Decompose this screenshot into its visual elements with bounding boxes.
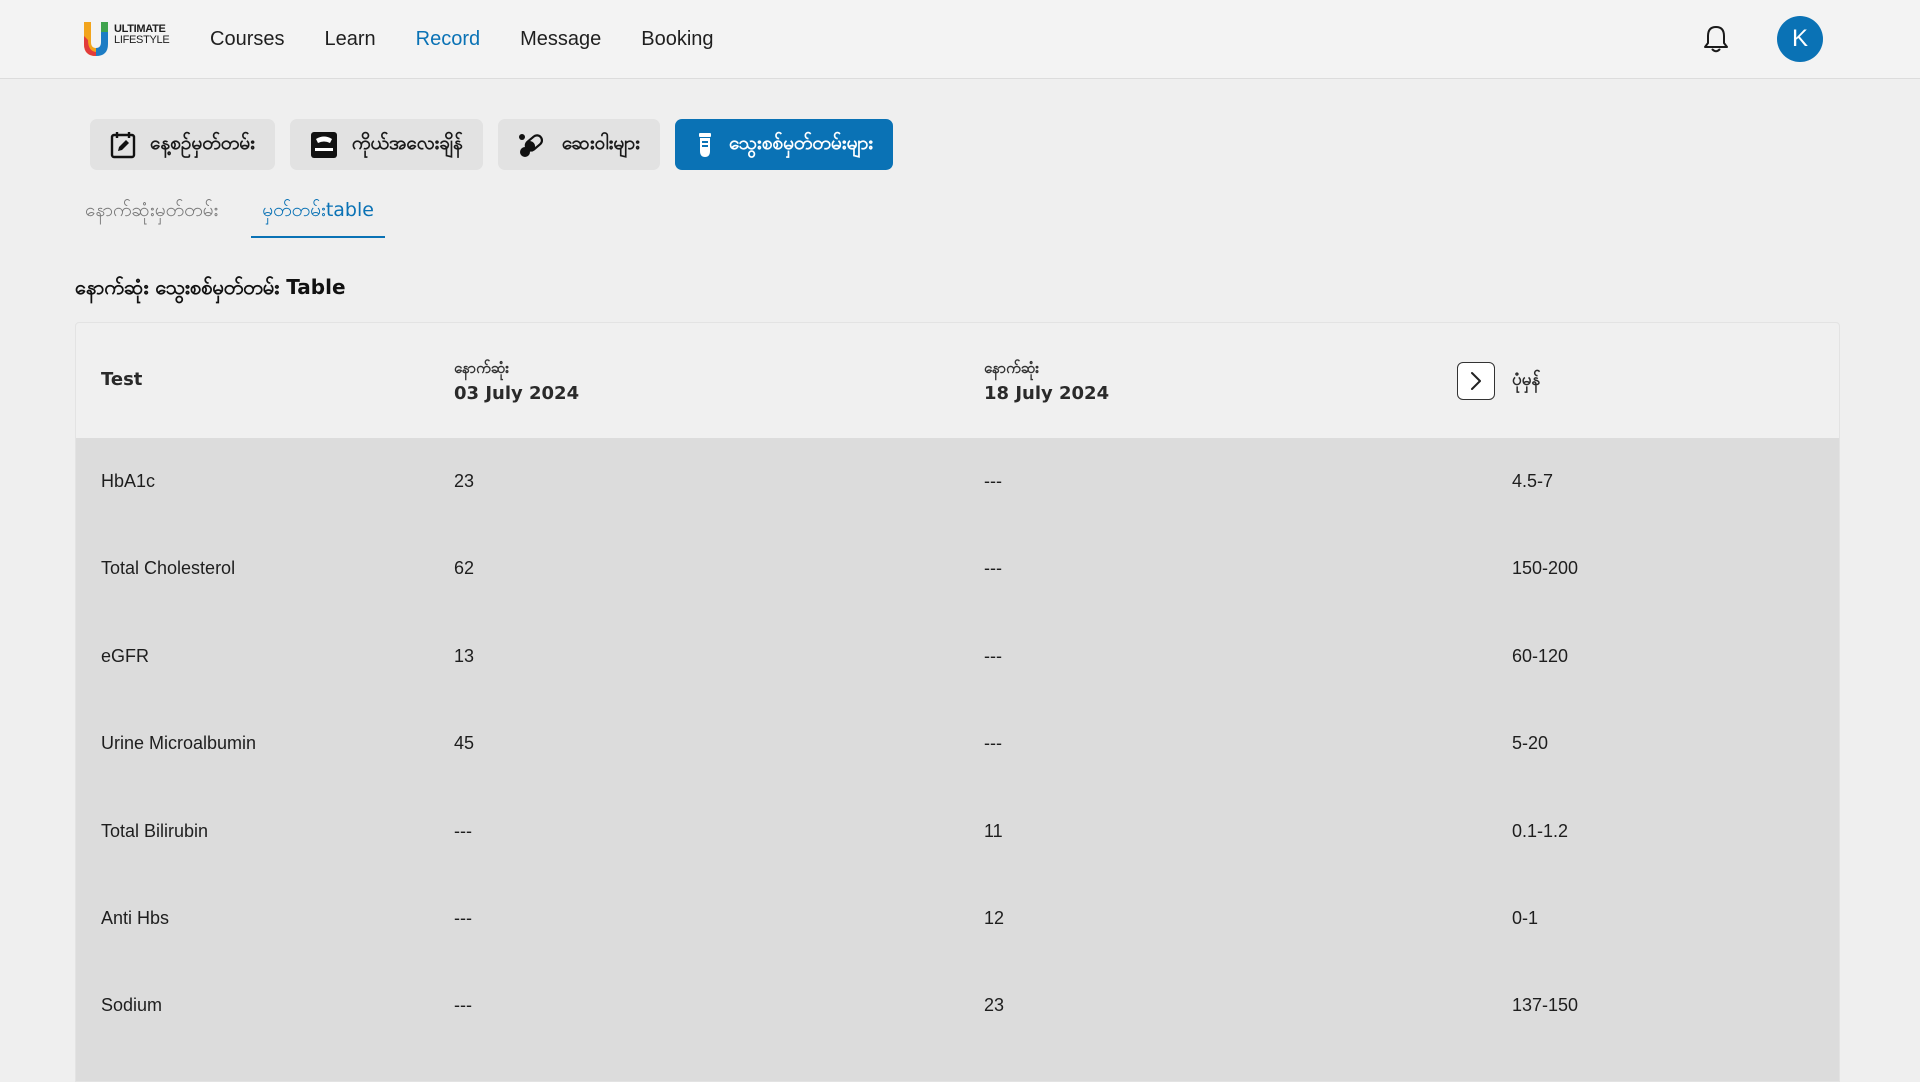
column-header-date-1-label: နောက်ဆုံး — [454, 359, 510, 377]
column-header-date-1-value: 03 July 2024 — [454, 383, 580, 404]
nav-record[interactable]: Record — [416, 28, 480, 51]
main-nav: Courses Learn Record Message Booking — [210, 0, 714, 79]
weighing-scale-icon — [310, 131, 337, 158]
nav-message[interactable]: Message — [520, 28, 601, 51]
nav-courses[interactable]: Courses — [210, 28, 284, 51]
column-header-date-2-value: 18 July 2024 — [984, 383, 1110, 404]
column-header-date-2-label: နောက်ဆုံး — [984, 359, 1040, 377]
tab-medicines[interactable]: ဆေးဝါးများ — [497, 119, 660, 170]
cell-test-name: Sodium — [101, 995, 163, 1016]
chevron-right-icon — [1471, 372, 1481, 390]
cell-normal-range: 0.1-1.2 — [1512, 820, 1569, 841]
table-row: Total Cholesterol 62 --- 150-200 — [76, 525, 1839, 612]
cell-value-date-1: 23 — [454, 471, 475, 491]
tab-body-weight[interactable]: ကိုယ်အလေးချိန် — [289, 119, 483, 170]
cell-value-date-2: --- — [984, 645, 1002, 666]
cell-test-name: Urine Microalbumin — [101, 733, 257, 754]
column-header-test: Test — [101, 369, 143, 390]
tab-medicines-label: ဆေးဝါးများ — [561, 131, 640, 154]
table-header: Test နောက်ဆုံး 03 July 2024 နောက်ဆုံး 18… — [76, 323, 1839, 438]
cell-normal-range: 4.5-7 — [1512, 471, 1554, 491]
table-row: Urine Microalbumin 45 --- 5-20 — [76, 700, 1839, 787]
cell-normal-range: 150-200 — [1512, 558, 1579, 579]
calendar-edit-icon — [110, 131, 136, 158]
column-header-date-2: နောက်ဆုံး 18 July 2024 — [984, 359, 1109, 404]
blood-test-table: Test နောက်ဆုံး 03 July 2024 နောက်ဆုံး 18… — [75, 322, 1840, 1082]
cell-normal-range: 60-120 — [1512, 645, 1569, 666]
cell-value-date-2: 12 — [984, 908, 1005, 928]
cell-value-date-1: 13 — [454, 645, 475, 666]
cell-test-name: Total Bilirubin — [101, 820, 209, 841]
record-category-tabs: နေ့စဉ်မှတ်တမ်း ကိုယ်အလေးချိန် ဆေးဝါးများ… — [90, 119, 894, 170]
cell-value-date-1: --- — [454, 820, 472, 841]
logo-line-2: LIFESTYLE — [114, 34, 170, 46]
logo-tagline — [114, 46, 169, 52]
table-row: Total Bilirubin --- 11 0.1-1.2 — [76, 788, 1839, 875]
cell-value-date-1: 62 — [454, 558, 475, 579]
tab-daily-record[interactable]: နေ့စဉ်မှတ်တမ်း — [90, 119, 275, 170]
column-header-normal-range: ပုံမှန် — [1512, 370, 1541, 390]
logo-text: ULTIMATE LIFESTYLE — [114, 24, 170, 52]
cell-value-date-2: 11 — [984, 820, 1003, 841]
cell-value-date-2: --- — [984, 733, 1002, 754]
notification-bell-icon[interactable] — [1702, 24, 1730, 54]
table-row: HbA1c 23 --- 4.5-7 — [76, 438, 1839, 525]
cell-normal-range: 5-20 — [1512, 733, 1549, 754]
nav-learn[interactable]: Learn — [324, 28, 375, 51]
tab-latest-record[interactable]: နောက်ဆုံးမှတ်တမ်း — [74, 192, 229, 238]
tab-blood-test-records[interactable]: သွေးစစ်မှတ်တမ်းများ — [674, 119, 894, 170]
cell-test-name: Total Cholesterol — [101, 558, 236, 579]
table-row: Sodium --- 23 137-150 — [76, 962, 1839, 1049]
ultimate-lifestyle-logo[interactable]: ULTIMATE LIFESTYLE — [80, 18, 172, 60]
cell-value-date-2: 23 — [984, 995, 1005, 1016]
cell-value-date-1: --- — [454, 995, 472, 1016]
tab-record-table[interactable]: မှတ်တမ်းtable — [251, 192, 385, 238]
cell-value-date-2: --- — [984, 471, 1002, 491]
cell-value-date-2: --- — [984, 558, 1002, 579]
cell-test-name: eGFR — [101, 645, 150, 666]
top-navbar: ULTIMATE LIFESTYLE Courses Learn Record … — [0, 0, 1920, 79]
tab-blood-test-records-label: သွေးစစ်မှတ်တမ်းများ — [728, 131, 874, 154]
table-row: Anti Hbs --- 12 0-1 — [76, 875, 1839, 962]
next-dates-button[interactable] — [1457, 362, 1495, 400]
tab-daily-record-label: နေ့စဉ်မှတ်တမ်း — [150, 131, 255, 154]
cell-test-name: Anti Hbs — [101, 908, 170, 928]
cell-value-date-1: 45 — [454, 733, 475, 754]
nav-booking[interactable]: Booking — [641, 28, 713, 51]
table-row: eGFR 13 --- 60-120 — [76, 613, 1839, 700]
cell-normal-range: 137-150 — [1512, 995, 1579, 1016]
test-tube-icon — [698, 132, 711, 157]
pills-icon — [518, 133, 543, 157]
cell-test-name: HbA1c — [101, 471, 156, 491]
tab-body-weight-label: ကိုယ်အလေးချိန် — [351, 131, 463, 154]
logo-mark-icon — [84, 22, 108, 56]
record-view-tabs: နောက်ဆုံးမှတ်တမ်း မှတ်တမ်းtable — [74, 192, 407, 238]
section-title: နောက်ဆုံး သွေးစစ်မှတ်တမ်း Table — [75, 275, 346, 299]
cell-value-date-1: --- — [454, 908, 472, 928]
column-header-date-1: နောက်ဆုံး 03 July 2024 — [454, 359, 579, 404]
cell-normal-range: 0-1 — [1512, 908, 1539, 928]
user-avatar[interactable]: K — [1777, 16, 1823, 62]
